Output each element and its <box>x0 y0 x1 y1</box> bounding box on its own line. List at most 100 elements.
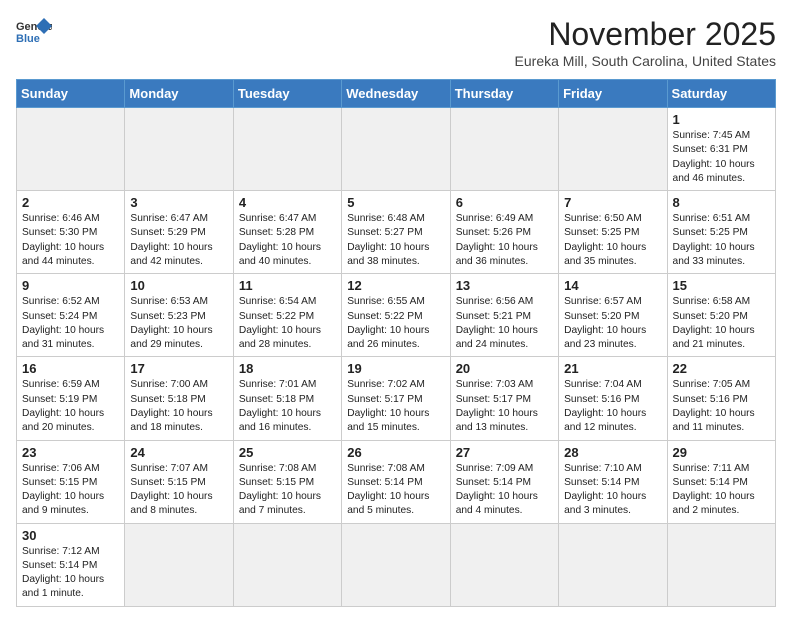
weekday-header-wednesday: Wednesday <box>342 80 450 108</box>
calendar-day-cell: 29Sunrise: 7:11 AM Sunset: 5:14 PM Dayli… <box>667 440 775 523</box>
calendar-week-row: 2Sunrise: 6:46 AM Sunset: 5:30 PM Daylig… <box>17 191 776 274</box>
day-number: 28 <box>564 445 661 460</box>
calendar-week-row: 23 Sunrise: 7:06 AM Sunset: 5:15 PM Dayli… <box>17 440 776 523</box>
day-info: Sunrise: 7:09 AM Sunset: 5:14 PM Dayligh… <box>456 462 553 519</box>
day-number: 3 <box>130 195 227 210</box>
calendar-day-cell: 13Sunrise: 6:56 AM Sunset: 5:21 PM Dayli… <box>450 274 558 357</box>
weekday-header-thursday: Thursday <box>450 80 558 108</box>
calendar-day-cell <box>559 523 667 606</box>
day-info: Sunrise: 6:58 AM Sunset: 5:20 PM Dayligh… <box>673 295 770 352</box>
calendar-day-cell <box>125 523 233 606</box>
calendar-week-row: 9Sunrise: 6:52 AM Sunset: 5:24 PM Daylig… <box>17 274 776 357</box>
day-info: Sunrise: 6:47 AM Sunset: 5:28 PM Dayligh… <box>239 212 336 269</box>
day-info: Sunrise: 6:51 AM Sunset: 5:25 PM Dayligh… <box>673 212 770 269</box>
calendar-day-cell <box>342 523 450 606</box>
calendar-day-cell: 14 Sunrise: 6:57 AM Sunset: 5:20 PM Dayli… <box>559 274 667 357</box>
day-info: Sunrise: 6:53 AM Sunset: 5:23 PM Dayligh… <box>130 295 227 352</box>
calendar-day-cell: 11Sunrise: 6:54 AM Sunset: 5:22 PM Dayli… <box>233 274 341 357</box>
calendar-day-cell: 22 Sunrise: 7:05 AM Sunset: 5:16 PM Dayli… <box>667 357 775 440</box>
calendar-day-cell: 2Sunrise: 6:46 AM Sunset: 5:30 PM Daylig… <box>17 191 125 274</box>
day-number: 1 <box>673 112 770 127</box>
calendar-day-cell: 15Sunrise: 6:58 AM Sunset: 5:20 PM Dayli… <box>667 274 775 357</box>
calendar-day-cell <box>450 523 558 606</box>
day-number: 7 <box>564 195 661 210</box>
day-info: Sunrise: 7:12 AM Sunset: 5:14 PM Dayligh… <box>22 545 119 602</box>
calendar-day-cell <box>233 523 341 606</box>
day-number: 6 <box>456 195 553 210</box>
calendar-day-cell: 28Sunrise: 7:10 AM Sunset: 5:14 PM Dayli… <box>559 440 667 523</box>
day-number: 20 <box>456 361 553 376</box>
month-title: November 2025 <box>515 16 776 53</box>
day-info: Sunrise: 7:06 AM Sunset: 5:15 PM Dayligh… <box>22 462 119 519</box>
calendar-day-cell <box>233 108 341 191</box>
weekday-header-friday: Friday <box>559 80 667 108</box>
calendar-day-cell: 30Sunrise: 7:12 AM Sunset: 5:14 PM Dayli… <box>17 523 125 606</box>
day-number: 29 <box>673 445 770 460</box>
title-block: November 2025 Eureka Mill, South Carolin… <box>515 16 776 69</box>
calendar-day-cell: 10Sunrise: 6:53 AM Sunset: 5:23 PM Dayli… <box>125 274 233 357</box>
day-info: Sunrise: 6:52 AM Sunset: 5:24 PM Dayligh… <box>22 295 119 352</box>
calendar-day-cell: 5Sunrise: 6:48 AM Sunset: 5:27 PM Daylig… <box>342 191 450 274</box>
day-number: 25 <box>239 445 336 460</box>
calendar-day-cell: 25 Sunrise: 7:08 AM Sunset: 5:15 PM Dayli… <box>233 440 341 523</box>
calendar-day-cell <box>125 108 233 191</box>
day-number: 11 <box>239 278 336 293</box>
day-info: Sunrise: 6:49 AM Sunset: 5:26 PM Dayligh… <box>456 212 553 269</box>
calendar-table: SundayMondayTuesdayWednesdayThursdayFrid… <box>16 79 776 607</box>
day-number: 23 <box>22 445 119 460</box>
calendar-day-cell <box>667 523 775 606</box>
calendar-day-cell: 1Sunrise: 7:45 AM Sunset: 6:31 PM Daylig… <box>667 108 775 191</box>
day-info: Sunrise: 7:01 AM Sunset: 5:18 PM Dayligh… <box>239 378 336 435</box>
calendar-day-cell: 19 Sunrise: 7:02 AM Sunset: 5:17 PM Dayli… <box>342 357 450 440</box>
day-number: 27 <box>456 445 553 460</box>
day-info: Sunrise: 6:57 AM Sunset: 5:20 PM Dayligh… <box>564 295 661 352</box>
day-number: 26 <box>347 445 444 460</box>
day-info: Sunrise: 6:50 AM Sunset: 5:25 PM Dayligh… <box>564 212 661 269</box>
calendar-day-cell <box>450 108 558 191</box>
weekday-header-row: SundayMondayTuesdayWednesdayThursdayFrid… <box>17 80 776 108</box>
day-number: 21 <box>564 361 661 376</box>
day-info: Sunrise: 6:46 AM Sunset: 5:30 PM Dayligh… <box>22 212 119 269</box>
day-number: 8 <box>673 195 770 210</box>
day-info: Sunrise: 7:04 AM Sunset: 5:16 PM Dayligh… <box>564 378 661 435</box>
day-info: Sunrise: 7:03 AM Sunset: 5:17 PM Dayligh… <box>456 378 553 435</box>
svg-text:Blue: Blue <box>16 33 40 45</box>
calendar-day-cell <box>559 108 667 191</box>
calendar-day-cell: 20 Sunrise: 7:03 AM Sunset: 5:17 PM Dayli… <box>450 357 558 440</box>
calendar-day-cell: 27 Sunrise: 7:09 AM Sunset: 5:14 PM Dayli… <box>450 440 558 523</box>
day-number: 4 <box>239 195 336 210</box>
day-info: Sunrise: 7:08 AM Sunset: 5:15 PM Dayligh… <box>239 462 336 519</box>
calendar-day-cell: 7 Sunrise: 6:50 AM Sunset: 5:25 PM Daylig… <box>559 191 667 274</box>
calendar-day-cell: 24 Sunrise: 7:07 AM Sunset: 5:15 PM Dayli… <box>125 440 233 523</box>
calendar-day-cell: 8 Sunrise: 6:51 AM Sunset: 5:25 PM Daylig… <box>667 191 775 274</box>
day-number: 16 <box>22 361 119 376</box>
day-info: Sunrise: 7:02 AM Sunset: 5:17 PM Dayligh… <box>347 378 444 435</box>
logo: General Blue <box>16 16 52 46</box>
calendar-week-row: 16 Sunrise: 6:59 AM Sunset: 5:19 PM Dayli… <box>17 357 776 440</box>
day-number: 18 <box>239 361 336 376</box>
calendar-week-row: 1Sunrise: 7:45 AM Sunset: 6:31 PM Daylig… <box>17 108 776 191</box>
calendar-day-cell: 16 Sunrise: 6:59 AM Sunset: 5:19 PM Dayli… <box>17 357 125 440</box>
calendar-day-cell: 6 Sunrise: 6:49 AM Sunset: 5:26 PM Daylig… <box>450 191 558 274</box>
calendar-day-cell: 12Sunrise: 6:55 AM Sunset: 5:22 PM Dayli… <box>342 274 450 357</box>
calendar-day-cell: 18 Sunrise: 7:01 AM Sunset: 5:18 PM Dayli… <box>233 357 341 440</box>
calendar-day-cell <box>342 108 450 191</box>
day-info: Sunrise: 6:59 AM Sunset: 5:19 PM Dayligh… <box>22 378 119 435</box>
calendar-week-row: 30Sunrise: 7:12 AM Sunset: 5:14 PM Dayli… <box>17 523 776 606</box>
day-number: 13 <box>456 278 553 293</box>
day-info: Sunrise: 7:05 AM Sunset: 5:16 PM Dayligh… <box>673 378 770 435</box>
day-info: Sunrise: 6:55 AM Sunset: 5:22 PM Dayligh… <box>347 295 444 352</box>
calendar-day-cell: 17Sunrise: 7:00 AM Sunset: 5:18 PM Dayli… <box>125 357 233 440</box>
calendar-day-cell: 21 Sunrise: 7:04 AM Sunset: 5:16 PM Dayli… <box>559 357 667 440</box>
day-number: 22 <box>673 361 770 376</box>
calendar-day-cell: 4 Sunrise: 6:47 AM Sunset: 5:28 PM Daylig… <box>233 191 341 274</box>
location-title: Eureka Mill, South Carolina, United Stat… <box>515 53 776 69</box>
day-number: 5 <box>347 195 444 210</box>
calendar-day-cell <box>17 108 125 191</box>
day-info: Sunrise: 7:07 AM Sunset: 5:15 PM Dayligh… <box>130 462 227 519</box>
day-info: Sunrise: 7:00 AM Sunset: 5:18 PM Dayligh… <box>130 378 227 435</box>
day-number: 24 <box>130 445 227 460</box>
day-number: 14 <box>564 278 661 293</box>
day-number: 19 <box>347 361 444 376</box>
calendar-day-cell: 3Sunrise: 6:47 AM Sunset: 5:29 PM Daylig… <box>125 191 233 274</box>
